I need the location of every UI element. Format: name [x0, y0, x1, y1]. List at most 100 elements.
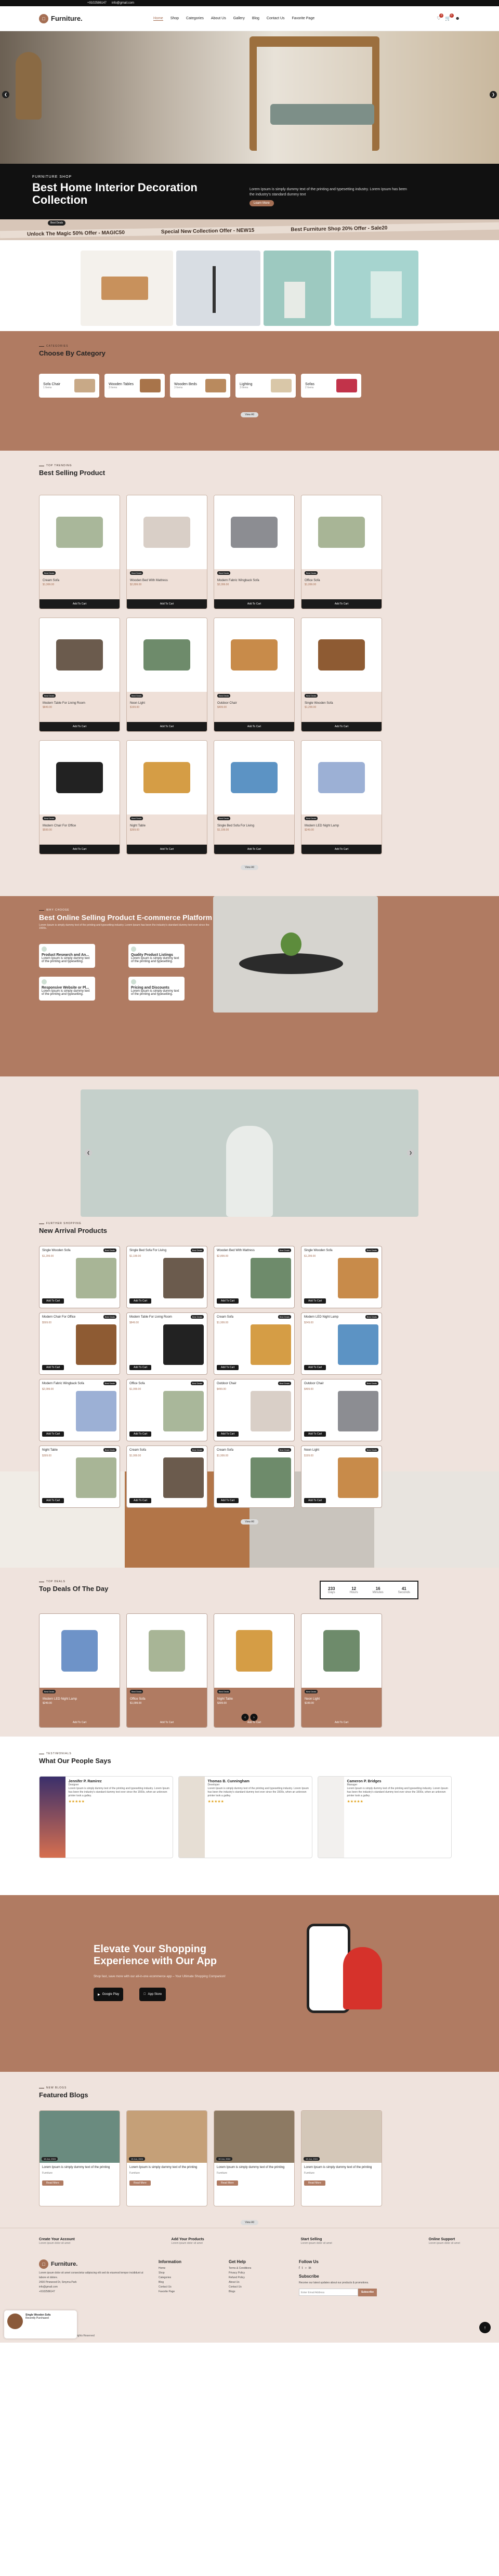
add-to-cart-button[interactable]: Add To Cart: [304, 1431, 326, 1437]
deal-card[interactable]: Best Deals Office Sofa $1,099.00 Add To Car…: [126, 1613, 207, 1728]
view-all-button[interactable]: View All: [241, 2220, 258, 2225]
add-to-cart-button[interactable]: Add To Cart: [304, 1498, 326, 1503]
blog-title[interactable]: Lorem Ipsum is simply dummy text of the …: [42, 2166, 110, 2169]
footer-link[interactable]: Contact Us: [229, 2285, 299, 2290]
product-card[interactable]: Best Deals Modern Chair For Office $599.00…: [39, 740, 120, 855]
product-name[interactable]: Neon Light: [305, 1698, 378, 1701]
add-to-cart-button[interactable]: Add To Cart: [304, 1298, 326, 1304]
footer-logo[interactable]: □ Furniture.: [39, 2259, 153, 2269]
read-more-button[interactable]: Read More: [304, 2180, 325, 2186]
view-all-button[interactable]: View All: [241, 865, 258, 870]
blog-title[interactable]: Lorem Ipsum is simply dummy text of the …: [129, 2166, 197, 2169]
footer-link[interactable]: Shop: [159, 2271, 229, 2276]
subscribe-input[interactable]: Enter Email Address: [299, 2289, 358, 2296]
add-to-cart-button[interactable]: Add To Cart: [301, 722, 382, 731]
category-card[interactable]: Sofa Chair 1 Items: [39, 374, 99, 398]
purchase-toast[interactable]: Single Wooden Sofa Recently Purchased: [4, 2310, 77, 2338]
deal-card[interactable]: Best Deals Night Table $399.00 Add To Cart: [214, 1613, 295, 1728]
linkedin-icon[interactable]: in: [309, 2266, 311, 2271]
read-more-button[interactable]: Read More: [42, 2180, 63, 2186]
add-to-cart-button[interactable]: Add To Cart: [217, 1498, 239, 1503]
add-to-cart-button[interactable]: Add To Cart: [42, 1365, 64, 1370]
learn-more-button[interactable]: Learn More: [250, 200, 274, 206]
nav-shop[interactable]: Shop: [170, 17, 179, 21]
product-name[interactable]: Office Sofa: [305, 579, 378, 582]
product-card[interactable]: Best Deals Night Table $399.00 Add To Cart: [126, 740, 207, 855]
arrow-left-icon[interactable]: ❮: [2, 91, 9, 98]
view-all-button[interactable]: View All: [241, 412, 258, 417]
product-card[interactable]: Best Deals Cream Sofa $1,999.00 Add To Cart: [126, 1445, 207, 1508]
facebook-icon[interactable]: f: [299, 2266, 300, 2271]
arrow-left-icon[interactable]: ❮: [85, 1149, 92, 1156]
footer-phone[interactable]: +9102586147: [39, 2290, 148, 2294]
product-name[interactable]: Modern LED Night Lamp: [43, 1698, 116, 1701]
product-card[interactable]: Best Deals Modern Fabric Wingback Sofa $2,…: [39, 1379, 120, 1441]
google-play-button[interactable]: ▶ Google Play: [94, 1988, 124, 2001]
footer-link[interactable]: Terms & Conditions: [229, 2266, 299, 2271]
product-card[interactable]: Best Deals Outdoor Chair $499.00 Add To Car…: [214, 617, 295, 732]
nav-home[interactable]: Home: [153, 17, 163, 21]
banner-decor[interactable]: [264, 251, 331, 326]
product-name[interactable]: Single Bed Sofa For Living: [217, 824, 291, 827]
product-card[interactable]: Best Deals Single Wooden Sofa $1,299.00 Add…: [301, 1246, 382, 1308]
footer-link[interactable]: Blogs: [229, 2290, 299, 2294]
blog-title[interactable]: Lorem Ipsum is simply dummy text of the …: [304, 2166, 372, 2169]
product-name[interactable]: Night Table: [217, 1698, 291, 1701]
category-card[interactable]: Wooden Beds 3 Items: [170, 374, 230, 398]
add-to-cart-button[interactable]: Add To Cart: [129, 1365, 152, 1370]
banner-sideboard[interactable]: [81, 251, 174, 326]
product-card[interactable]: Best Deals Night Table $399.00 Add To Cart: [39, 1445, 120, 1508]
add-to-cart-button[interactable]: Add To Cart: [301, 599, 382, 609]
product-card[interactable]: Best Deals Outdoor Chair $499.00 Add To Car…: [214, 1379, 295, 1441]
subscribe-button[interactable]: Subscribe: [358, 2289, 377, 2296]
footer-link[interactable]: Blog: [159, 2280, 229, 2285]
add-to-cart-button[interactable]: Add To Cart: [214, 845, 294, 854]
banner-pedestal[interactable]: [334, 251, 418, 326]
blog-card[interactable]: 15 Jun, 2024 Lorem Ipsum is simply dummy …: [301, 2110, 382, 2206]
blog-card[interactable]: 15 Jun, 2024 Lorem Ipsum is simply dummy …: [126, 2110, 207, 2206]
blog-card[interactable]: 15 Jun, 2024 Lorem Ipsum is simply dummy …: [214, 2110, 295, 2206]
deal-card[interactable]: Best Deals Neon Light $199.00 Add To Cart: [301, 1613, 382, 1728]
nav-favorite[interactable]: Favorite Page: [292, 17, 315, 21]
deal-card[interactable]: Best Deals Modern LED Night Lamp $249.00 Ad…: [39, 1613, 120, 1728]
product-card[interactable]: Best Deals Modern Chair For Office $599.00…: [39, 1312, 120, 1375]
nav-blog[interactable]: Blog: [252, 17, 259, 21]
product-card[interactable]: Best Deals Office Sofa $1,099.00 Add To Car…: [301, 495, 382, 609]
product-name[interactable]: Wooden Bed With Mattress: [130, 579, 204, 582]
add-to-cart-button[interactable]: Add To Cart: [42, 1431, 64, 1437]
add-to-cart-button[interactable]: Add To Cart: [42, 1298, 64, 1304]
footer-link[interactable]: Contact Us: [159, 2285, 229, 2290]
add-to-cart-button[interactable]: Add To Cart: [214, 722, 294, 731]
product-card[interactable]: Best Deals Office Sofa $1,099.00 Add To Car…: [126, 1379, 207, 1441]
product-name[interactable]: Modern Fabric Wingback Sofa: [217, 579, 291, 582]
category-card[interactable]: Lighting 3 Items: [235, 374, 296, 398]
product-card[interactable]: Best Deals Single Wooden Sofa $1,299.00 Add…: [39, 1246, 120, 1308]
app-store-button[interactable]: App Store: [139, 1988, 166, 2001]
product-card[interactable]: Best Deals Modern LED Night Lamp $249.00 Ad…: [301, 740, 382, 855]
cart-icon[interactable]: 🛒 0: [445, 14, 454, 21]
product-card[interactable]: Best Deals Wooden Bed With Mattress $2,899…: [126, 495, 207, 609]
add-to-cart-button[interactable]: Add To Cart: [214, 599, 294, 609]
category-card[interactable]: Sofas 2 Items: [301, 374, 361, 398]
footer-email[interactable]: info@gmail.com: [39, 2285, 148, 2290]
product-card[interactable]: Best Deals Neon Light $199.00 Add To Cart: [126, 617, 207, 732]
add-to-cart-button[interactable]: Add To Cart: [42, 1498, 64, 1503]
footer-link[interactable]: Categories: [159, 2276, 229, 2280]
product-card[interactable]: Best Deals Cream Sofa $1,999.00 Add To Cart: [39, 495, 120, 609]
add-to-cart-button[interactable]: Add To Cart: [127, 722, 207, 731]
add-to-cart-button[interactable]: Add To Cart: [40, 845, 120, 854]
add-to-cart-button[interactable]: Add To Cart: [127, 845, 207, 854]
nav-gallery[interactable]: Gallery: [233, 17, 245, 21]
arrow-right-icon[interactable]: ❯: [490, 91, 497, 98]
instagram-icon[interactable]: ○: [305, 2266, 307, 2271]
blog-title[interactable]: Lorem Ipsum is simply dummy text of the …: [217, 2166, 284, 2169]
nav-contact[interactable]: Contact Us: [267, 17, 285, 21]
product-name[interactable]: Night Table: [130, 824, 204, 827]
footer-link[interactable]: Favorite Page: [159, 2290, 229, 2294]
blog-card[interactable]: 15 Jun, 2024 Lorem Ipsum is simply dummy …: [39, 2110, 120, 2206]
add-to-cart-button[interactable]: Add To Cart: [129, 1431, 152, 1437]
heart-icon[interactable]: ♡ 0: [437, 14, 444, 21]
product-card[interactable]: Best Deals Modern LED Night Lamp $249.00 Ad…: [301, 1312, 382, 1375]
add-to-cart-button[interactable]: Add To Cart: [129, 1298, 152, 1304]
add-to-cart-button[interactable]: Add To Cart: [40, 722, 120, 731]
